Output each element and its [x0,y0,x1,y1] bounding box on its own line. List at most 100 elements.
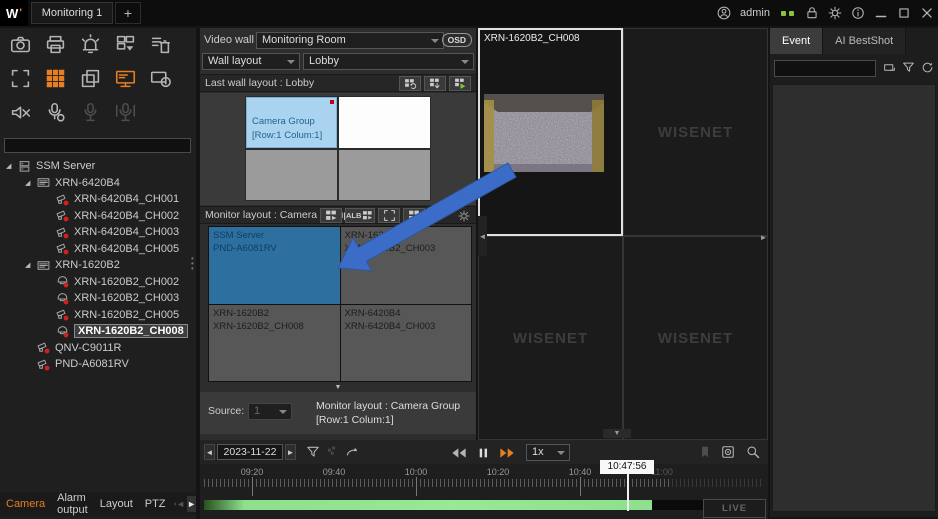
event-select-icon[interactable] [883,61,896,74]
event-search-input[interactable] [774,60,876,77]
timeline-zoom-icon[interactable] [746,445,760,459]
monitor-cell-2[interactable]: XRN-1620B2XRN-1620B2_CH003 [341,227,472,304]
tab-event[interactable]: Event [770,28,823,54]
tab-monitoring-1[interactable]: Monitoring 1 [31,2,113,24]
mic-broadcast-icon[interactable] [115,102,136,123]
tab-ptz[interactable]: PTZ [139,498,172,510]
date-next-button[interactable]: ► [285,444,296,460]
fast-forward-button[interactable] [498,445,516,461]
timeline-track[interactable]: LIVE PLAYBACK 09:2009:4010:0010:2010:401… [200,466,768,519]
live-button[interactable]: LIVE [704,500,765,518]
playback-speed-select[interactable]: 1x [526,444,570,461]
minimize-button[interactable] [874,6,888,20]
wall-layout-select[interactable]: Wall layout [202,53,300,70]
monitor-settings-icon[interactable] [458,210,470,222]
wall-preview-cell-1[interactable]: Camera Group[Row:1 Colum:1] [246,97,337,148]
panel-collapse-down-icon[interactable]: ▼ [603,429,631,438]
monitor-cell-1[interactable]: SSM ServerPND-A6081RV [209,227,340,304]
gear-icon[interactable] [828,6,842,20]
mode-switch: LIVE PLAYBACK [703,499,766,519]
snapshot-icon[interactable] [10,34,31,55]
auto-track-icon[interactable] [345,445,359,459]
alarm-icon[interactable] [80,34,101,55]
refresh-icon[interactable] [921,61,934,74]
expander-icon[interactable]: ◢ [6,162,15,170]
pause-button[interactable] [477,445,490,461]
tree-item-xrn-6420b4_ch001[interactable]: XRN-6420B4_CH001 [0,191,196,208]
osd-button[interactable]: OSD [442,33,472,47]
tree-item-xrn-1620b2_ch003[interactable]: XRN-1620B2_CH003 [0,290,196,307]
expander-icon[interactable]: ◢ [25,261,34,269]
tick-mark [364,479,365,487]
video-tile-1[interactable]: XRN-1620B2_CH008 [478,28,623,236]
export-icon[interactable] [721,445,735,459]
video-tile-2[interactable]: WISENET [623,28,768,236]
date-display[interactable]: 2023-11-22 [217,444,283,460]
monitor-cell-4[interactable]: XRN-6420B4XRN-6420B4_CH003 [341,305,472,382]
wall-preview-cell-2[interactable] [339,97,430,148]
filter-icon[interactable] [902,61,915,74]
layout-restore-icon[interactable] [399,76,421,91]
collapse-handle-icon[interactable]: ▼ [328,384,348,391]
info-icon[interactable] [851,6,865,20]
tree-item-ssm server[interactable]: ◢SSM Server [0,158,196,175]
last-wall-layout-bar: Last wall layout : Lobby [200,74,476,92]
tab-camera[interactable]: Camera [0,498,51,510]
fit-screen-icon[interactable] [378,208,400,223]
rewind-button[interactable] [450,445,468,461]
layout-run-icon[interactable] [449,76,471,91]
date-prev-button[interactable]: ◄ [204,444,215,460]
video-tile-4[interactable]: WISENET [623,236,768,440]
speaker-off-icon[interactable] [10,102,31,123]
tick-mark [496,479,497,487]
mic-settings-icon[interactable] [45,102,66,123]
maximize-button[interactable] [897,6,911,20]
video-tile-3[interactable]: WISENET [478,236,623,440]
device-search-input[interactable] [4,138,191,153]
expander-icon[interactable]: ◢ [25,179,34,187]
fullscreen-icon[interactable] [10,68,31,89]
tree-item-xrn-6420b4_ch002[interactable]: XRN-6420B4_CH002 [0,208,196,225]
timeline-filter-icon[interactable] [306,445,320,459]
tab-scroll-right-icon[interactable]: ► [187,496,196,512]
grid-layout-icon[interactable] [45,68,66,89]
monitor-cell-channel: XRN-1620B2_CH003 [345,242,468,255]
wall-preview-cell-3[interactable] [246,150,337,201]
wall-preview-cell-4[interactable] [339,150,430,201]
tree-splitter-grip[interactable]: ••• [191,256,195,272]
monitor-cell-3[interactable]: XRN-1620B2XRN-1620B2_CH008 [209,305,340,382]
video-wall-select[interactable]: Monitoring Room [256,32,444,49]
print-icon[interactable] [45,34,66,55]
tree-item-pnd-a6081rv[interactable]: PND-A6081RV [0,356,196,373]
monitor-info-icon[interactable] [150,68,171,89]
panel-collapse-right-icon[interactable]: ► [759,228,768,246]
tree-item-xrn-6420b4_ch003[interactable]: XRN-6420B4_CH003 [0,224,196,241]
tab-ai-bestshot[interactable]: AI BestShot [823,28,906,54]
tab-alarm-output[interactable]: Alarm output [51,492,94,516]
mic-icon[interactable] [80,102,101,123]
add-tab-button[interactable]: + [115,2,141,24]
close-button[interactable] [920,6,934,20]
tree-item-xrn-6420b4[interactable]: ◢XRN-6420B4 [0,175,196,192]
layout-apply-icon[interactable] [320,208,342,223]
tab-layout[interactable]: Layout [94,498,139,510]
tree-item-label: XRN-6420B4_CH001 [74,193,179,205]
source-select[interactable]: 1 [248,403,292,420]
tree-item-xrn-6420b4_ch005[interactable]: XRN-6420B4_CH005 [0,241,196,258]
tree-item-xrn-1620b2_ch008[interactable]: XRN-1620B2_CH008 [0,323,196,340]
monitor-icon[interactable] [115,68,136,89]
panel-collapse-left-icon[interactable]: ◄ [478,216,487,256]
layout-send-icon[interactable] [403,208,425,223]
tree-item-label: XRN-6420B4_CH002 [74,210,179,222]
tree-item-xrn-1620b2[interactable]: ◢XRN-1620B2 [0,257,196,274]
lock-icon[interactable] [805,6,819,20]
alb-layout-icon[interactable]: ALB [345,208,375,223]
pattern-icon[interactable] [80,68,101,89]
tree-item-xrn-1620b2_ch002[interactable]: XRN-1620B2_CH002 [0,274,196,291]
layout-select-icon[interactable] [115,34,136,55]
layout-save-icon[interactable] [424,76,446,91]
tree-item-qnv-c9011r[interactable]: QNV-C9011R [0,340,196,357]
tree-item-xrn-1620b2_ch005[interactable]: XRN-1620B2_CH005 [0,307,196,324]
wall-layout-name-select[interactable]: Lobby [303,53,474,70]
layout-delete-icon[interactable] [150,34,171,55]
